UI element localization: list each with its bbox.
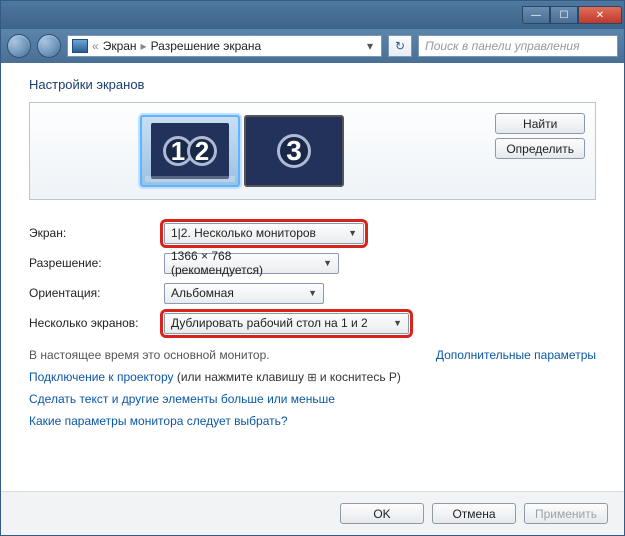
help-link[interactable]: Какие параметры монитора следует выбрать… xyxy=(29,414,288,428)
orientation-select[interactable]: Альбомная ▼ xyxy=(164,283,324,304)
forward-button[interactable] xyxy=(37,34,61,58)
address-dropdown-icon[interactable]: ▾ xyxy=(363,39,377,53)
orientation-value: Альбомная xyxy=(171,286,234,300)
apply-button[interactable]: Применить xyxy=(524,503,608,524)
monitor-icon xyxy=(72,39,88,53)
titlebar: — ☐ ✕ xyxy=(1,1,624,29)
chevron-down-icon: ▼ xyxy=(308,288,317,298)
display-settings-window: — ☐ ✕ « Экран ▸ Разрешение экрана ▾ ↻ По… xyxy=(0,0,625,536)
orientation-label: Ориентация: xyxy=(29,286,164,300)
multiple-displays-value: Дублировать рабочий стол на 1 и 2 xyxy=(171,316,368,330)
identify-button[interactable]: Определить xyxy=(495,138,585,159)
multiple-displays-row: Несколько экранов: Дублировать рабочий с… xyxy=(29,308,596,338)
breadcrumb-sep-icon: ▸ xyxy=(141,39,147,53)
multiple-displays-select[interactable]: Дублировать рабочий стол на 1 и 2 ▼ xyxy=(164,313,409,334)
display-select[interactable]: 1|2. Несколько мониторов ▼ xyxy=(164,223,364,244)
resolution-select[interactable]: 1366 × 768 (рекомендуется) ▼ xyxy=(164,253,339,274)
monitor-preview: 12 3 Найти Определить xyxy=(29,102,596,200)
ok-button[interactable]: OK xyxy=(340,503,424,524)
monitor-number-2: 2 xyxy=(187,136,217,166)
minimize-button[interactable]: — xyxy=(522,6,550,24)
resolution-label: Разрешение: xyxy=(29,256,164,270)
breadcrumb-resolution[interactable]: Разрешение экрана xyxy=(151,39,262,53)
maximize-button[interactable]: ☐ xyxy=(550,6,578,24)
dialog-buttons: OK Отмена Применить xyxy=(1,491,624,535)
resolution-row: Разрешение: 1366 × 768 (рекомендуется) ▼ xyxy=(29,248,596,278)
projector-line: Подключение к проектору (или нажмите кла… xyxy=(29,370,596,384)
primary-monitor-text: В настоящее время это основной монитор. xyxy=(29,348,270,362)
breadcrumb-root: « xyxy=(92,39,99,53)
projector-hint-b: и коснитесь P) xyxy=(317,370,401,384)
text-size-link[interactable]: Сделать текст и другие элементы больше и… xyxy=(29,392,335,406)
monitor-taskbar-icon xyxy=(145,176,235,182)
orientation-row: Ориентация: Альбомная ▼ xyxy=(29,278,596,308)
detect-button[interactable]: Найти xyxy=(495,113,585,134)
chevron-down-icon: ▼ xyxy=(393,318,402,328)
settings-form: Экран: 1|2. Несколько мониторов ▼ Разреш… xyxy=(29,218,596,338)
search-input[interactable]: Поиск в панели управления xyxy=(418,35,618,57)
display-label: Экран: xyxy=(29,226,164,240)
advanced-settings-link[interactable]: Дополнительные параметры xyxy=(436,348,596,362)
resolution-value: 1366 × 768 (рекомендуется) xyxy=(171,249,323,277)
cancel-button[interactable]: Отмена xyxy=(432,503,516,524)
preview-buttons: Найти Определить xyxy=(495,113,585,159)
display-value: 1|2. Несколько мониторов xyxy=(171,226,316,240)
projector-hint-a: (или нажмите клавишу xyxy=(174,370,308,384)
page-title: Настройки экранов xyxy=(29,77,596,92)
chevron-down-icon: ▼ xyxy=(348,228,357,238)
monitor-1-2[interactable]: 12 xyxy=(140,115,240,187)
search-placeholder: Поиск в панели управления xyxy=(425,39,580,53)
close-button[interactable]: ✕ xyxy=(578,6,622,24)
window-controls: — ☐ ✕ xyxy=(522,6,622,24)
display-row: Экран: 1|2. Несколько мониторов ▼ xyxy=(29,218,596,248)
monitor-3[interactable]: 3 xyxy=(244,115,344,187)
primary-monitor-note: В настоящее время это основной монитор. … xyxy=(29,348,596,362)
address-bar[interactable]: « Экран ▸ Разрешение экрана ▾ xyxy=(67,35,382,57)
monitor-number-3: 3 xyxy=(277,134,311,168)
windows-key-icon: ⊞ xyxy=(307,372,316,384)
chevron-down-icon: ▼ xyxy=(323,258,332,268)
multiple-displays-label: Несколько экранов: xyxy=(29,316,164,330)
connect-projector-link[interactable]: Подключение к проектору xyxy=(29,370,174,384)
refresh-button[interactable]: ↻ xyxy=(388,35,412,57)
content-area: Настройки экранов 12 3 Найти Определит xyxy=(1,63,624,491)
breadcrumb-screen[interactable]: Экран xyxy=(103,39,137,53)
navigation-bar: « Экран ▸ Разрешение экрана ▾ ↻ Поиск в … xyxy=(1,29,624,63)
monitor-layout[interactable]: 12 3 xyxy=(140,115,344,187)
back-button[interactable] xyxy=(7,34,31,58)
